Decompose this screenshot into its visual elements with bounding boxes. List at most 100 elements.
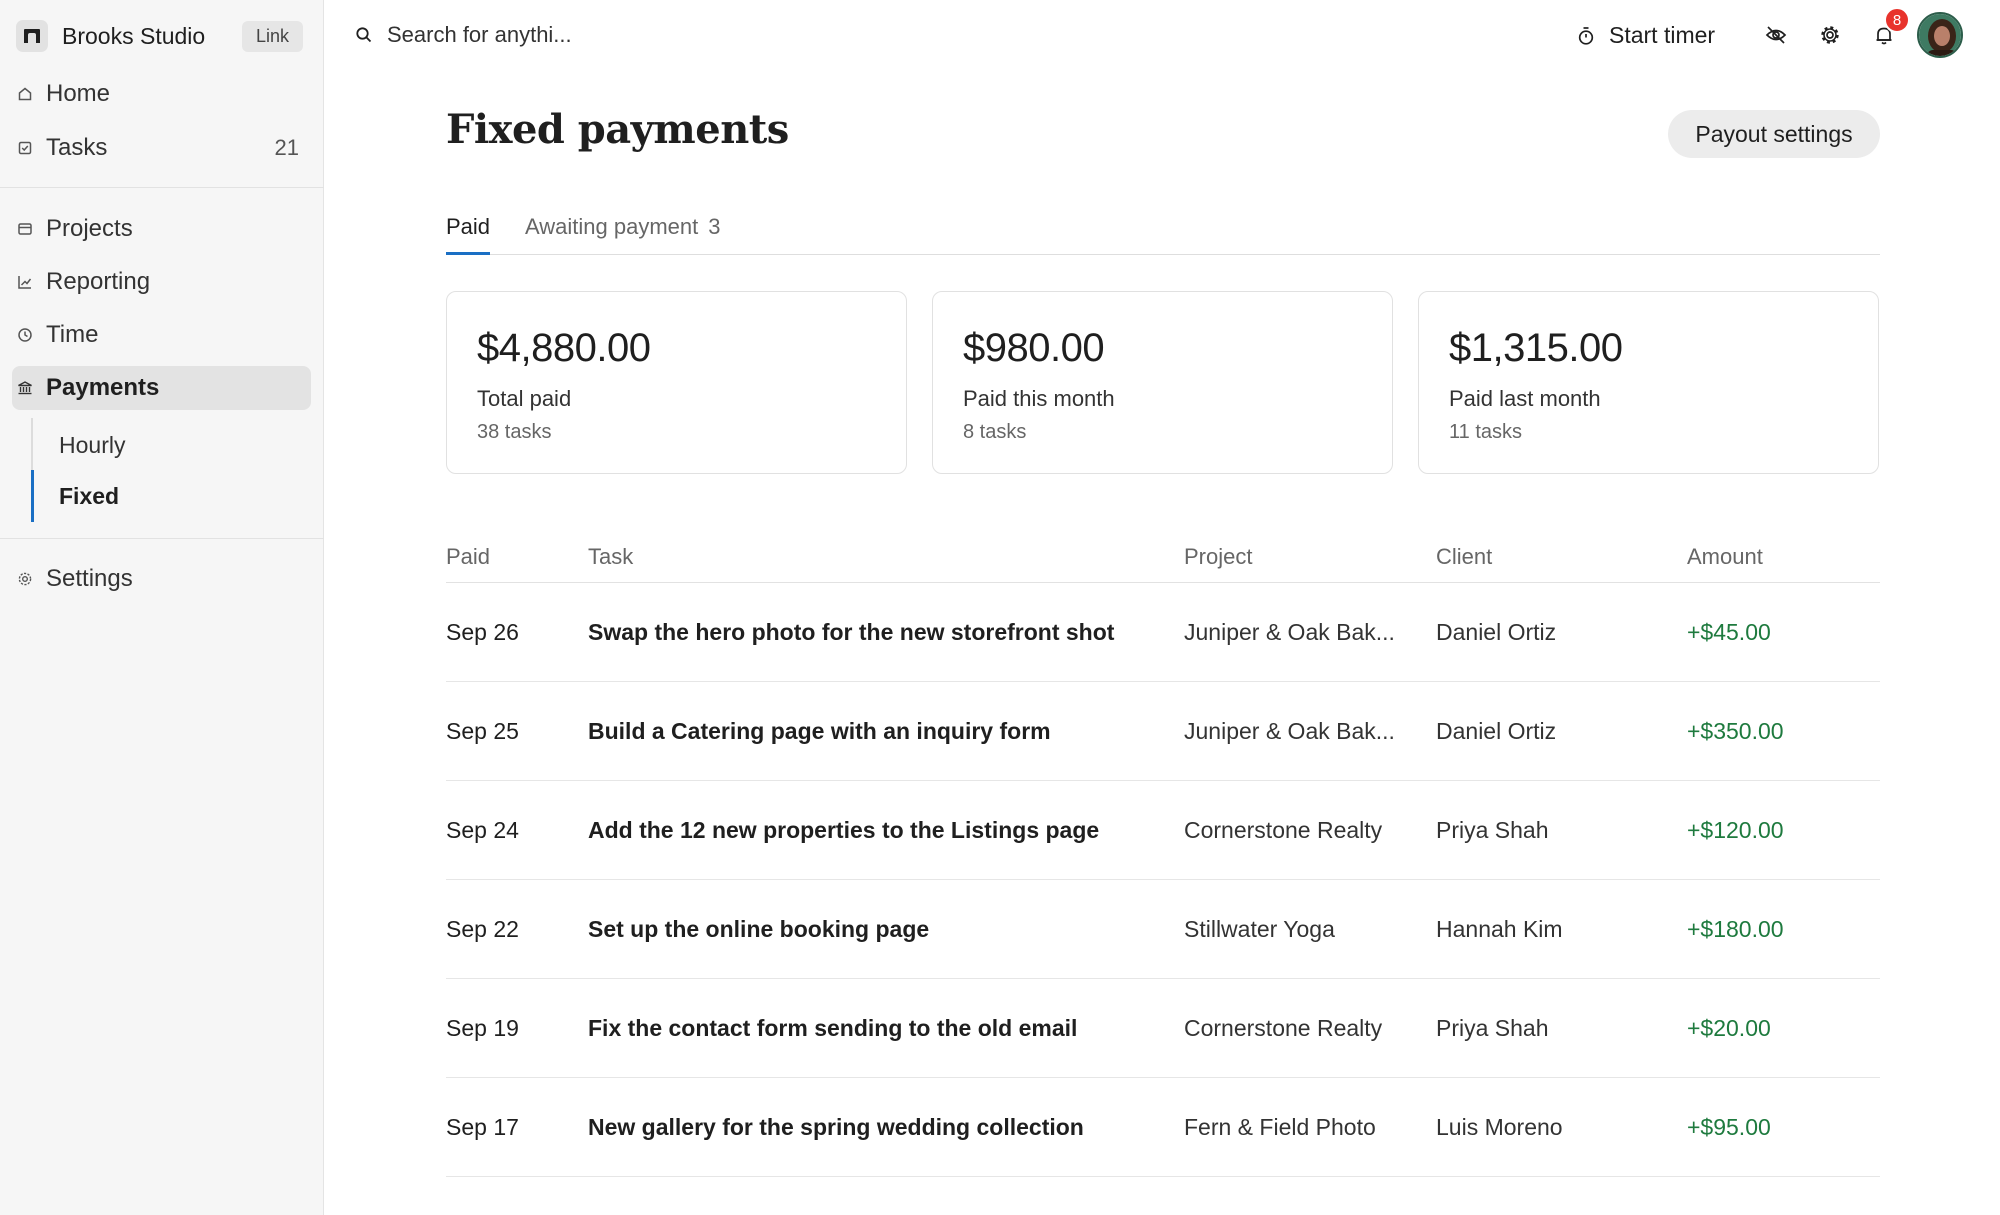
tab-bar: Paid Awaiting payment 3 bbox=[446, 210, 1880, 255]
stat-card-paid-last-month: $1,315.00 Paid last month 11 tasks bbox=[1418, 291, 1879, 474]
gear-icon[interactable] bbox=[1819, 24, 1841, 46]
row-task: New gallery for the spring wedding colle… bbox=[588, 1114, 1084, 1140]
sidebar-item-home[interactable]: Home bbox=[12, 72, 311, 116]
row-client: Daniel Ortiz bbox=[1436, 718, 1557, 744]
row-amount: +$95.00 bbox=[1687, 1114, 1771, 1140]
tasks-count: 21 bbox=[274, 135, 299, 160]
stat-subtext: 8 tasks bbox=[963, 421, 1027, 443]
sidebar-item-settings[interactable]: Settings bbox=[12, 557, 311, 601]
row-amount: +$20.00 bbox=[1687, 1015, 1771, 1041]
workspace-logo-icon bbox=[16, 20, 48, 52]
column-header-paid[interactable]: Paid bbox=[446, 544, 490, 570]
row-task: Build a Catering page with an inquiry fo… bbox=[588, 718, 1051, 744]
row-project: Cornerstone Realty bbox=[1184, 1015, 1383, 1041]
search-input[interactable] bbox=[387, 22, 707, 48]
sidebar-item-payments[interactable]: Payments bbox=[12, 366, 311, 410]
sidebar-item-label: Settings bbox=[46, 565, 133, 592]
row-project: Cornerstone Realty bbox=[1184, 817, 1383, 843]
sidebar-divider bbox=[0, 538, 324, 539]
row-date: Sep 19 bbox=[446, 1015, 519, 1041]
row-project: Fern & Field Photo bbox=[1184, 1114, 1376, 1140]
payout-settings-button[interactable]: Payout settings bbox=[1668, 110, 1880, 158]
workspace-header[interactable]: Brooks Studio Link bbox=[16, 18, 303, 54]
table-row[interactable]: Sep 24 Add the 12 new properties to the … bbox=[446, 781, 1880, 880]
sidebar-subitem-hourly[interactable]: Hourly bbox=[59, 432, 125, 459]
stat-label: Total paid bbox=[477, 386, 572, 411]
row-client: Daniel Ortiz bbox=[1436, 619, 1557, 645]
search-bar[interactable] bbox=[355, 22, 707, 48]
stat-card-paid-this-month: $980.00 Paid this month 8 tasks bbox=[932, 291, 1393, 474]
table-row[interactable]: Sep 22 Set up the online booking page St… bbox=[446, 880, 1880, 979]
sidebar-divider bbox=[0, 187, 324, 188]
search-icon bbox=[355, 26, 373, 44]
workspace-name: Brooks Studio bbox=[62, 22, 206, 49]
row-amount: +$45.00 bbox=[1687, 619, 1771, 645]
row-task: Add the 12 new properties to the Listing… bbox=[588, 817, 1100, 843]
sidebar-item-label: Payments bbox=[46, 374, 160, 401]
row-client: Priya Shah bbox=[1436, 1015, 1549, 1041]
row-date: Sep 26 bbox=[446, 619, 519, 645]
stat-subtext: 38 tasks bbox=[477, 421, 552, 443]
column-header-client[interactable]: Client bbox=[1436, 544, 1492, 570]
start-timer-button[interactable]: Start timer bbox=[1577, 22, 1715, 49]
gear-icon bbox=[16, 570, 34, 588]
table-row[interactable]: Sep 26 Swap the hero photo for the new s… bbox=[446, 583, 1880, 682]
column-header-project[interactable]: Project bbox=[1184, 544, 1252, 570]
tab-label: Paid bbox=[446, 214, 491, 239]
avatar[interactable] bbox=[1917, 12, 1963, 58]
row-project: Juniper & Oak Bak... bbox=[1184, 718, 1395, 744]
sidebar-item-label: Projects bbox=[46, 215, 133, 242]
table-row[interactable]: Sep 19 Fix the contact form sending to t… bbox=[446, 979, 1880, 1078]
sidebar: Brooks Studio Link Home Tasks 21 Project… bbox=[0, 0, 324, 1215]
sidebar-subitem-fixed[interactable]: Fixed bbox=[59, 483, 119, 510]
notification-badge: 8 bbox=[1884, 7, 1910, 33]
row-amount: +$180.00 bbox=[1687, 916, 1784, 942]
sidebar-item-tasks[interactable]: Tasks 21 bbox=[12, 126, 311, 170]
row-date: Sep 25 bbox=[446, 718, 519, 744]
column-header-task[interactable]: Task bbox=[588, 544, 633, 570]
table-row[interactable]: Sep 17 New gallery for the spring weddin… bbox=[446, 1078, 1880, 1177]
clock-icon bbox=[16, 326, 34, 344]
row-amount: +$350.00 bbox=[1687, 718, 1784, 744]
projects-icon bbox=[16, 220, 34, 238]
start-timer-label: Start timer bbox=[1609, 22, 1716, 48]
subnav-active-indicator bbox=[31, 470, 34, 522]
row-client: Priya Shah bbox=[1436, 817, 1549, 843]
bank-icon bbox=[16, 379, 34, 397]
workspace-link-button[interactable]: Link bbox=[241, 20, 303, 52]
row-date: Sep 22 bbox=[446, 916, 519, 942]
stat-amount: $980.00 bbox=[963, 326, 1105, 370]
page-title: Fixed payments bbox=[446, 106, 789, 153]
eye-off-icon[interactable] bbox=[1765, 24, 1787, 46]
stat-label: Paid last month bbox=[1449, 386, 1601, 411]
row-project: Juniper & Oak Bak... bbox=[1184, 619, 1395, 645]
row-task: Swap the hero photo for the new storefro… bbox=[588, 619, 1115, 645]
sidebar-item-label: Time bbox=[46, 321, 99, 348]
table-row[interactable]: Sep 25 Build a Catering page with an inq… bbox=[446, 682, 1880, 781]
row-client: Hannah Kim bbox=[1436, 916, 1563, 942]
sidebar-item-time[interactable]: Time bbox=[12, 313, 311, 357]
sidebar-item-label: Tasks bbox=[46, 134, 108, 161]
column-header-amount[interactable]: Amount bbox=[1687, 544, 1763, 570]
stat-card-total-paid: $4,880.00 Total paid 38 tasks bbox=[446, 291, 907, 474]
tasks-icon bbox=[16, 139, 34, 157]
chart-icon bbox=[16, 273, 34, 291]
row-amount: +$120.00 bbox=[1687, 817, 1784, 843]
row-date: Sep 17 bbox=[446, 1114, 519, 1140]
tab-count: 3 bbox=[708, 214, 721, 239]
tab-awaiting-payment[interactable]: Awaiting payment 3 bbox=[525, 214, 721, 255]
stat-amount: $1,315.00 bbox=[1449, 326, 1623, 370]
stopwatch-icon bbox=[1577, 26, 1595, 46]
row-task: Fix the contact form sending to the old … bbox=[588, 1015, 1078, 1041]
sidebar-item-label: Home bbox=[46, 80, 111, 107]
stat-subtext: 11 tasks bbox=[1449, 421, 1522, 443]
tab-paid[interactable]: Paid bbox=[446, 214, 491, 255]
row-date: Sep 24 bbox=[446, 817, 519, 843]
sidebar-item-label: Reporting bbox=[46, 268, 151, 295]
table-header: Paid Task Project Client Amount bbox=[446, 540, 1880, 583]
row-task: Set up the online booking page bbox=[588, 916, 930, 942]
sidebar-item-reporting[interactable]: Reporting bbox=[12, 260, 311, 304]
row-client: Luis Moreno bbox=[1436, 1114, 1563, 1140]
stat-amount: $4,880.00 bbox=[477, 326, 651, 370]
sidebar-item-projects[interactable]: Projects bbox=[12, 207, 311, 251]
